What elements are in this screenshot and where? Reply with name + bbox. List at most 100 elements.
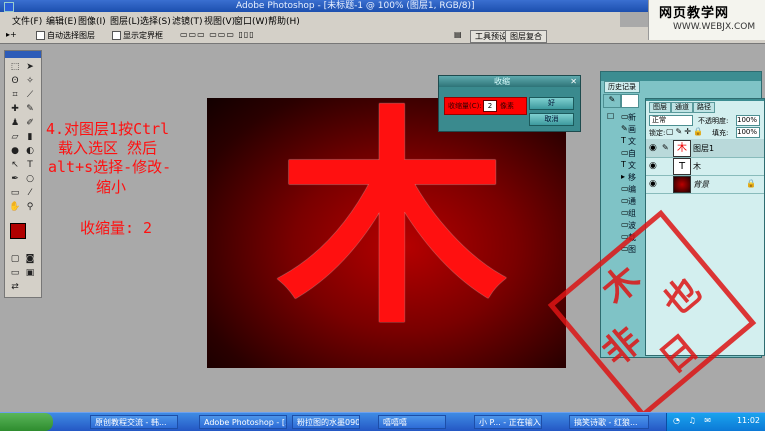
tab-channels[interactable]: 通道: [671, 102, 693, 113]
history-state-checkbox[interactable]: ☐: [607, 112, 614, 121]
history-item[interactable]: 文: [628, 160, 636, 171]
tutorial-line-1: 4.对图层1按Ctrl: [46, 120, 170, 138]
slice-icon[interactable]: ⟋: [24, 89, 36, 101]
menu-bar: 文件(F) 编辑(E) 图像(I) 图层(L) 选择(S) 滤镜(T) 视图(V…: [0, 12, 620, 28]
history-item[interactable]: 组: [628, 208, 636, 219]
imageready-icon[interactable]: ⇄: [9, 281, 21, 293]
menu-select[interactable]: 选择(S): [140, 14, 171, 27]
layer-row[interactable]: ◉ 背景 🔒: [646, 175, 764, 194]
brush-preset-icon[interactable]: ✎: [603, 94, 621, 108]
history-item[interactable]: 波: [628, 220, 636, 231]
shape-icon[interactable]: ○: [24, 173, 36, 185]
healing-icon[interactable]: ✚: [9, 103, 21, 115]
tutorial-line-5: 收缩量: 2: [80, 219, 153, 237]
move-icon[interactable]: ➤: [24, 61, 36, 73]
layer-row[interactable]: ◉ T 木: [646, 157, 764, 176]
gradient-icon[interactable]: ▮: [24, 131, 36, 143]
layer-row[interactable]: ◉ ✎ 木 图层1: [646, 139, 764, 158]
menu-file[interactable]: 文件(F): [12, 14, 42, 27]
dialog-title: 收缩: [494, 77, 510, 86]
history-item[interactable]: 新: [628, 112, 636, 123]
quickmask-mode-icon[interactable]: ◙: [24, 253, 36, 265]
contract-amount-input[interactable]: 2: [483, 100, 497, 112]
taskbar-button[interactable]: 搞笑诗歌 - 红狼...: [569, 415, 649, 429]
stamp-char: 非: [594, 319, 650, 375]
show-bounds-checkbox[interactable]: [112, 31, 121, 40]
zoom-icon[interactable]: ⚲: [24, 201, 36, 213]
taskbar-button[interactable]: 小 P... - 正在输入: [474, 415, 542, 429]
hand-icon[interactable]: ✋: [9, 201, 21, 213]
opacity-field[interactable]: 100%: [736, 115, 760, 126]
layer-name[interactable]: 图层1: [693, 143, 714, 154]
history-brush-icon[interactable]: ✐: [24, 117, 36, 129]
blend-mode-select[interactable]: 正常: [649, 115, 693, 126]
dodge-icon[interactable]: ◐: [24, 145, 36, 157]
menu-window[interactable]: 窗口(W): [234, 14, 268, 27]
palette-well-icon[interactable]: ▤: [454, 30, 462, 39]
start-button[interactable]: [0, 413, 53, 431]
menu-image[interactable]: 图像(I): [78, 14, 106, 27]
tab-history[interactable]: 历史记录: [604, 81, 640, 93]
menu-filter[interactable]: 滤镜(T): [172, 14, 203, 27]
history-item[interactable]: 移: [628, 172, 636, 183]
taskbar-button[interactable]: 原创教程交流 - 韩...: [90, 415, 178, 429]
blur-icon[interactable]: ●: [9, 145, 21, 157]
tray-icons[interactable]: ◔ ♫ ✉: [673, 416, 714, 425]
align-buttons[interactable]: ▭▭▭ ▭▭▭ ▯▯▯: [180, 30, 255, 39]
show-bounds-option[interactable]: 显示定界框: [112, 30, 163, 41]
system-tray: ◔ ♫ ✉ 11:02: [666, 413, 765, 431]
type-icon[interactable]: T: [24, 159, 36, 171]
crop-icon[interactable]: ⌗: [9, 89, 21, 101]
layer-name[interactable]: 木: [693, 161, 701, 172]
lock-icons[interactable]: ▢✎✛🔒: [666, 127, 705, 136]
menu-help[interactable]: 帮助(H): [268, 14, 300, 27]
auto-select-checkbox[interactable]: [36, 31, 45, 40]
menu-edit[interactable]: 编辑(E): [46, 14, 77, 27]
eraser-icon[interactable]: ▱: [9, 131, 21, 143]
stamp-char: 日: [651, 326, 707, 382]
standard-mode-icon[interactable]: ▢: [9, 253, 21, 265]
history-item[interactable]: 通: [628, 196, 636, 207]
history-item[interactable]: 文: [628, 136, 636, 147]
stamp-tool-icon[interactable]: ♟: [9, 117, 21, 129]
close-icon[interactable]: ✕: [570, 77, 577, 86]
taskbar-button[interactable]: 粉拉图的水墨0909...: [292, 415, 360, 429]
ok-button[interactable]: 好: [529, 97, 574, 110]
brush-icon[interactable]: ✎: [24, 103, 36, 115]
eye-icon[interactable]: ◉: [649, 143, 657, 153]
tab-layers[interactable]: 图层: [649, 102, 671, 113]
pen-icon[interactable]: ✒: [9, 173, 21, 185]
magic-wand-icon[interactable]: ✧: [24, 75, 36, 87]
snapshot-thumb[interactable]: [621, 94, 639, 108]
history-item[interactable]: 画: [628, 124, 636, 135]
menu-view[interactable]: 视图(V): [204, 14, 235, 27]
path-select-icon[interactable]: ↖: [9, 159, 21, 171]
taskbar-button[interactable]: 嘻嘻嘻: [378, 415, 446, 429]
lasso-icon[interactable]: ʘ: [9, 75, 21, 87]
toolbox: ⬚ ➤ ʘ ✧ ⌗ ⟋ ✚ ✎ ♟ ✐ ▱ ▮ ● ◐ ↖ T ✒ ○ ▭ ⁄ …: [4, 50, 42, 298]
menu-layer[interactable]: 图层(L): [110, 14, 140, 27]
auto-select-label: 自动选择图层: [47, 31, 95, 40]
taskbar-button[interactable]: Adobe Photoshop - [...: [199, 415, 287, 429]
fullscreen-mode-icon[interactable]: ▣: [24, 267, 36, 279]
layer-name[interactable]: 背景: [693, 179, 709, 190]
window-title: Adobe Photoshop - [未标题-1 @ 100% (图层1, RG…: [236, 1, 475, 11]
cancel-button[interactable]: 取消: [529, 113, 574, 126]
notes-icon[interactable]: ▭: [9, 187, 21, 199]
tab-layer-comps[interactable]: 图层复合: [505, 30, 547, 43]
eye-icon[interactable]: ◉: [649, 161, 657, 171]
history-item[interactable]: 自: [628, 148, 636, 159]
fill-field[interactable]: 100%: [736, 127, 760, 138]
foreground-color-swatch[interactable]: [10, 223, 26, 239]
history-item[interactable]: 编: [628, 184, 636, 195]
watermark-title: 网页教学网: [659, 6, 730, 21]
eyedropper-icon[interactable]: ⁄: [24, 187, 36, 199]
layer-thumbnail: T: [673, 158, 691, 175]
tab-paths[interactable]: 路径: [693, 102, 715, 113]
move-tool-icon: ▸+: [6, 30, 17, 39]
auto-select-option[interactable]: 自动选择图层: [36, 30, 95, 41]
eye-icon[interactable]: ◉: [649, 179, 657, 189]
document-canvas[interactable]: 木: [207, 98, 566, 368]
screen-mode-icon[interactable]: ▭: [9, 267, 21, 279]
marquee-icon[interactable]: ⬚: [9, 61, 21, 73]
